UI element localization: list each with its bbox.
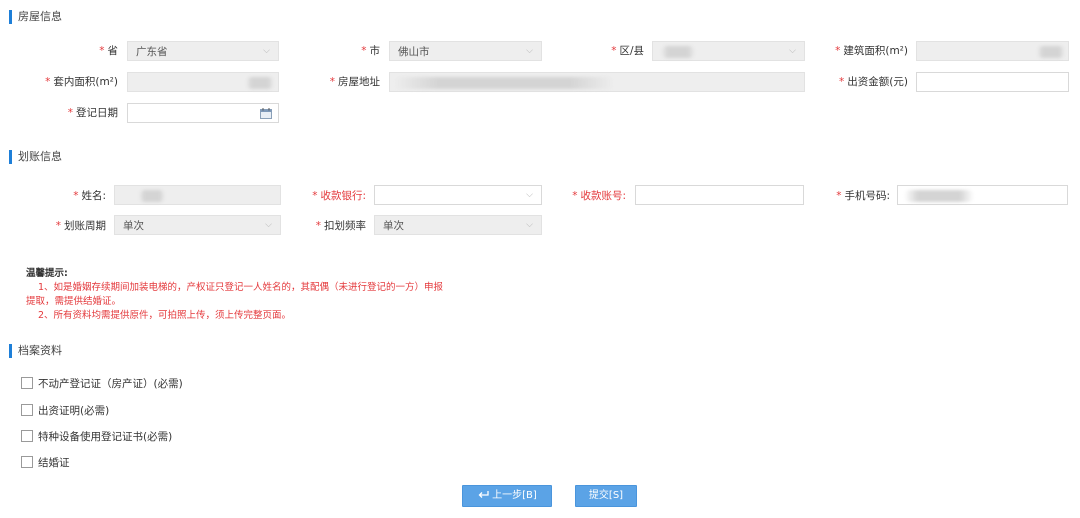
frequency-value: 单次 [383, 220, 404, 232]
submit-button[interactable]: 提交[S] [575, 485, 637, 507]
name-label: * 姓名: [73, 190, 106, 202]
address-label: * 房屋地址 [329, 76, 380, 88]
phone-input[interactable] [897, 185, 1068, 205]
archive-item-property-cert[interactable]: 不动产登记证（房产证）(必需) [21, 377, 183, 391]
period-select[interactable]: 单次 ⌵ [114, 215, 281, 235]
tips-title: 温馨提示: [26, 268, 68, 279]
investment-input[interactable] [916, 72, 1069, 92]
redacted-value [246, 77, 274, 89]
calendar-icon[interactable] [260, 108, 272, 119]
tip-1: 1、如是婚姻存续期间加装电梯的，产权证只登记一人姓名的，其配偶（未进行登记的一方… [26, 282, 444, 307]
reg-date-input[interactable] [127, 103, 279, 123]
account-label: * 收款账号: [572, 190, 626, 202]
inner-area-input[interactable] [127, 72, 279, 92]
archive-item-marriage-cert[interactable]: 结婚证 [21, 456, 70, 470]
city-label: * 市 [361, 45, 380, 57]
frequency-select[interactable]: 单次 ⌵ [374, 215, 542, 235]
checkbox[interactable] [21, 404, 33, 416]
redacted-value [661, 46, 695, 58]
redacted-value [1037, 46, 1065, 58]
transfer-section-title: 划账信息 [9, 150, 62, 164]
address-input[interactable] [389, 72, 805, 92]
archive-item-special-equipment-cert[interactable]: 特种设备使用登记证书(必需) [21, 430, 172, 444]
inner-area-label: * 套内面积(m²) [45, 76, 118, 88]
frequency-label: * 扣划频率 [315, 220, 366, 232]
tip-2: 2、所有资料均需提供原件，可拍照上传，须上传完整页面。 [38, 310, 292, 321]
district-select[interactable]: ⌵ [652, 41, 805, 61]
investment-label: * 出资金额(元) [839, 76, 908, 88]
chevron-down-icon: ⌵ [265, 220, 272, 230]
chevron-down-icon: ⌵ [263, 46, 270, 56]
chevron-down-icon: ⌵ [526, 46, 533, 56]
house-section-title: 房屋信息 [9, 10, 62, 24]
province-label: * 省 [99, 45, 118, 57]
redacted-value [139, 190, 165, 202]
chevron-down-icon: ⌵ [526, 220, 533, 230]
building-area-input[interactable] [916, 41, 1069, 61]
account-input[interactable] [635, 185, 804, 205]
tips-box: 温馨提示: 1、如是婚姻存续期间加装电梯的，产权证只登记一人姓名的，其配偶（未进… [26, 267, 446, 323]
period-label: * 划账周期 [55, 220, 106, 232]
checkbox[interactable] [21, 430, 33, 442]
archive-section-title: 档案资料 [9, 344, 62, 358]
name-input[interactable] [114, 185, 281, 205]
archive-item-investment-proof[interactable]: 出资证明(必需) [21, 404, 109, 418]
city-select[interactable]: 佛山市 ⌵ [389, 41, 542, 61]
redacted-value [394, 77, 614, 89]
chevron-down-icon: ⌵ [526, 190, 533, 200]
bank-label: * 收款银行: [312, 190, 366, 202]
building-area-label: * 建筑面积(m²) [835, 45, 908, 57]
period-value: 单次 [123, 220, 144, 232]
bank-select[interactable]: ⌵ [374, 185, 542, 205]
chevron-down-icon: ⌵ [789, 46, 796, 56]
city-value: 佛山市 [398, 46, 430, 58]
redacted-value [904, 190, 974, 202]
district-label: * 区/县 [611, 45, 644, 57]
checkbox[interactable] [21, 456, 33, 468]
back-arrow-icon [478, 491, 489, 498]
reg-date-label: * 登记日期 [67, 107, 118, 119]
prev-step-button[interactable]: 上一步[B] [462, 485, 552, 507]
province-select[interactable]: 广东省 ⌵ [127, 41, 279, 61]
checkbox[interactable] [21, 377, 33, 389]
province-value: 广东省 [136, 46, 168, 58]
phone-label: * 手机号码: [836, 190, 890, 202]
